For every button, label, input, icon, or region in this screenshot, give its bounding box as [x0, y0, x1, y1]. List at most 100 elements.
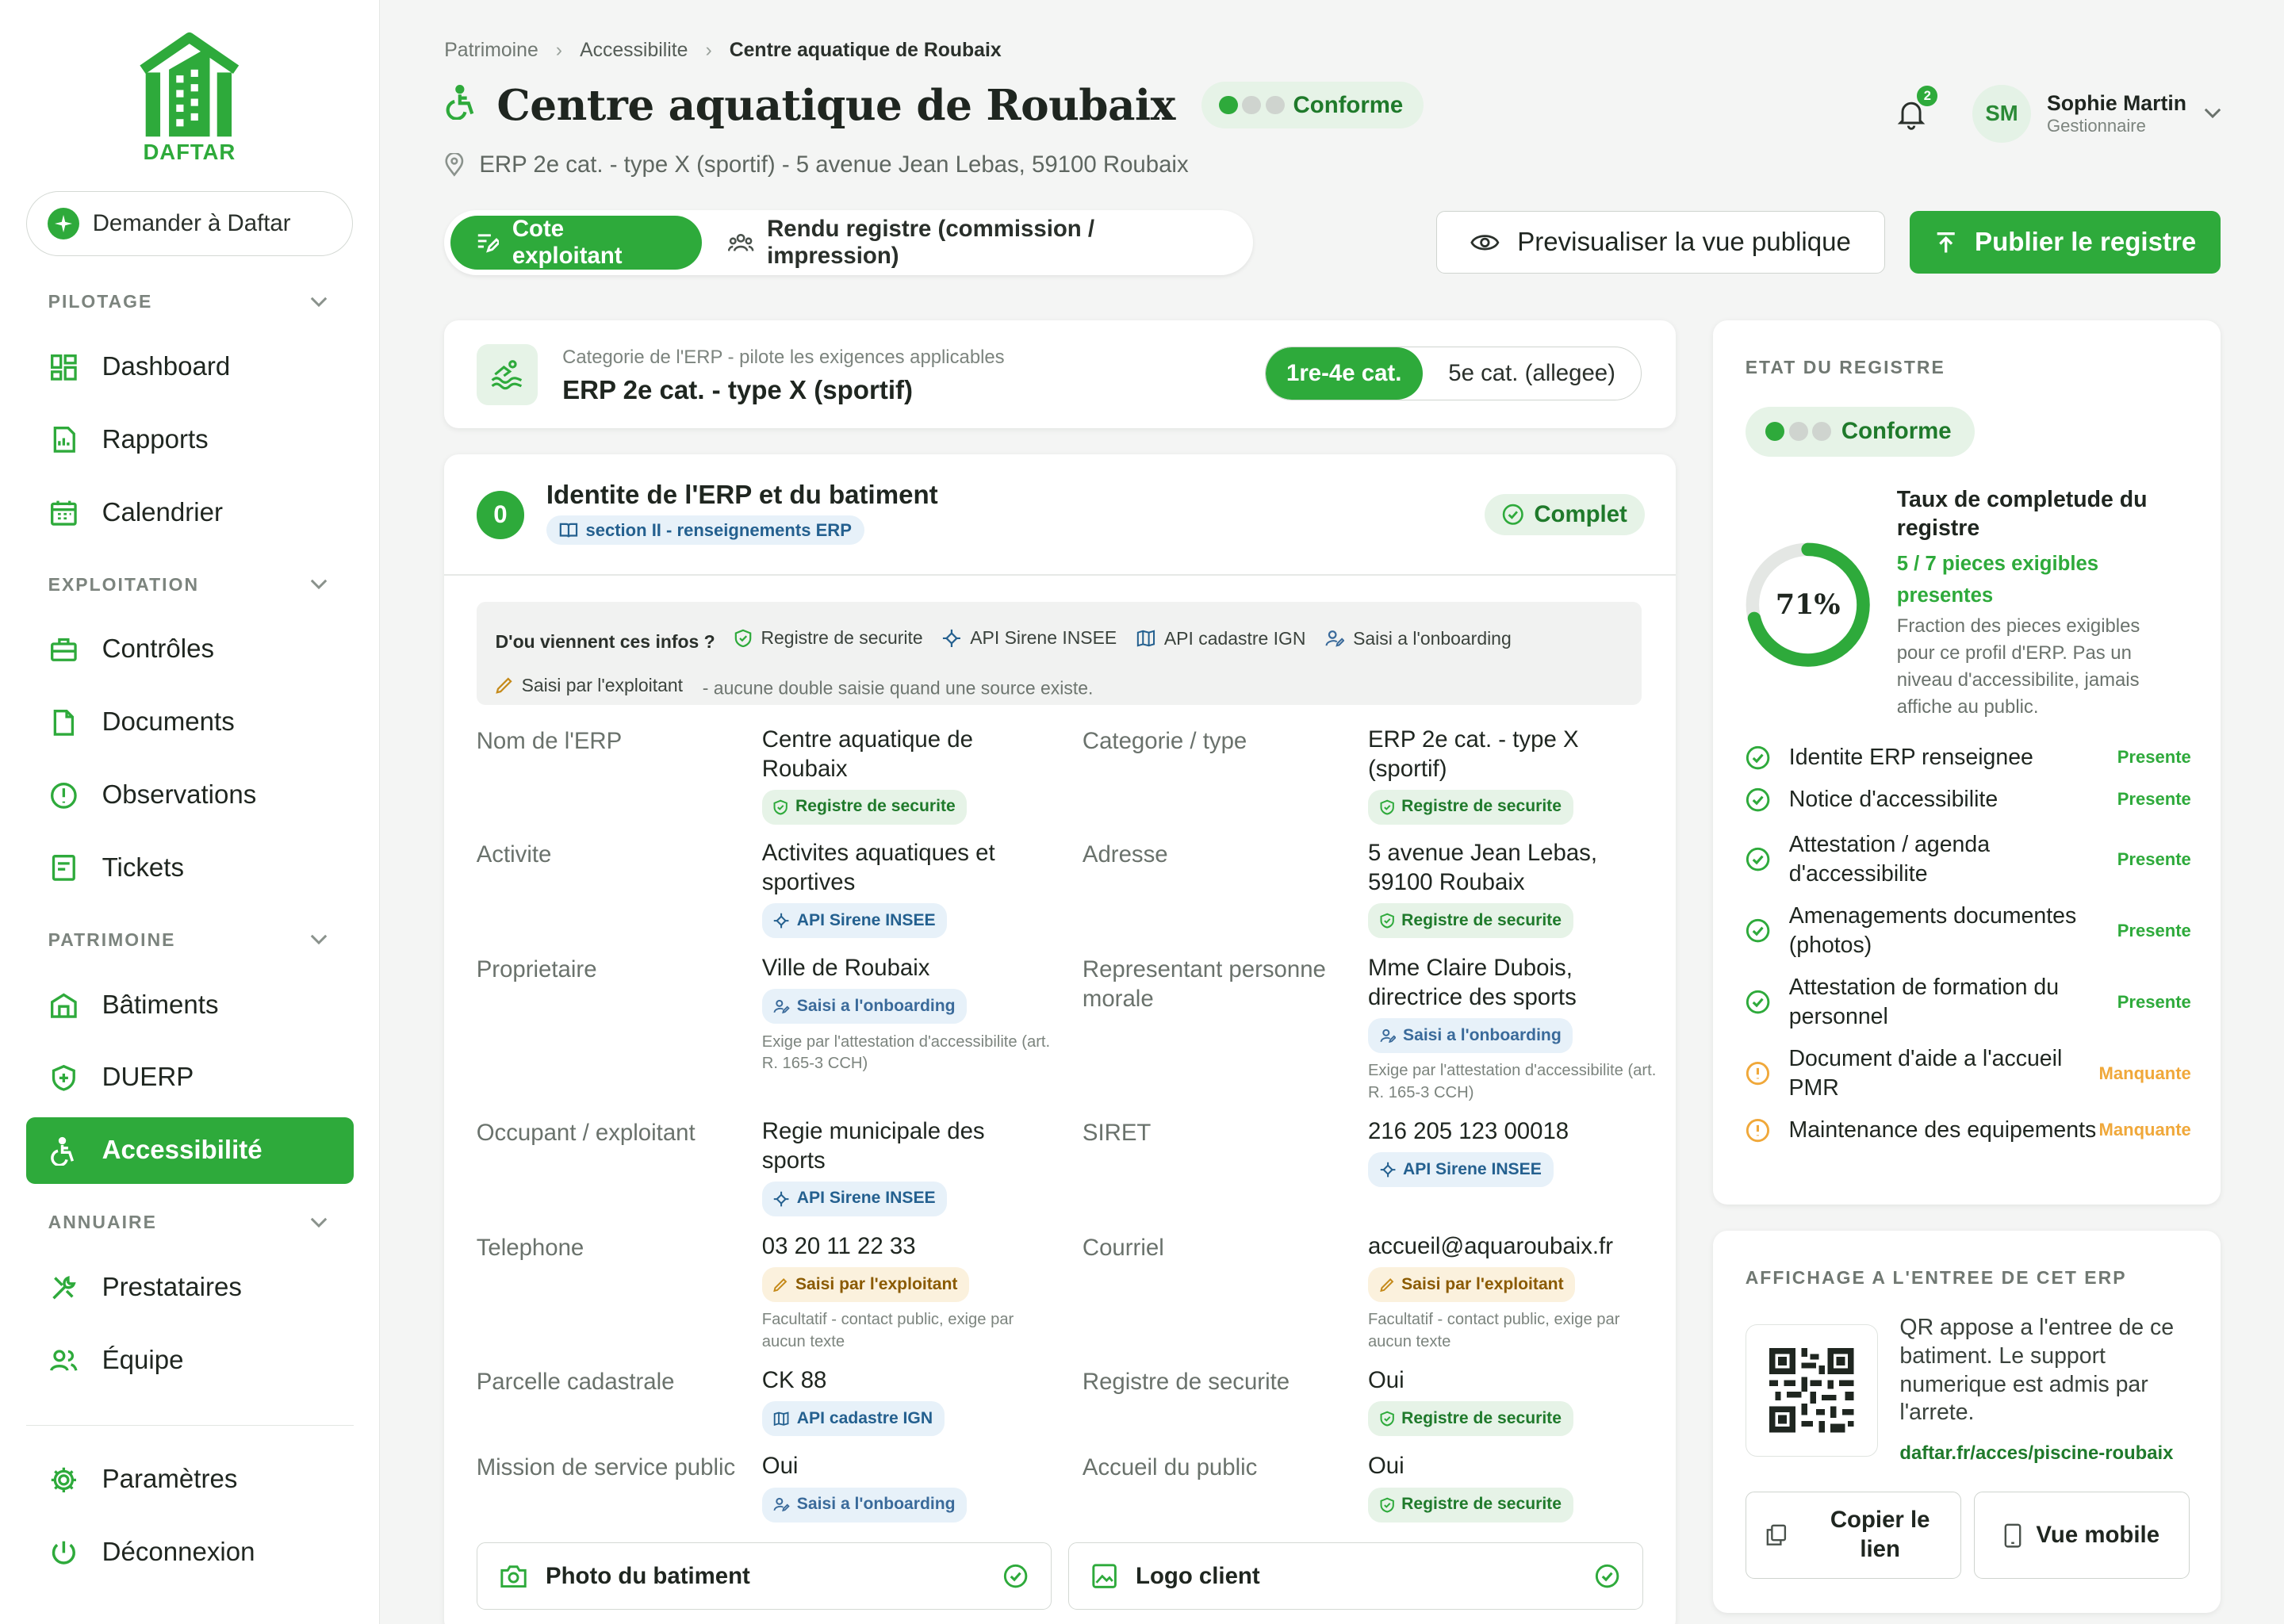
field-label-nom: Nom de l'ERP: [476, 727, 623, 754]
api-icon: [943, 629, 961, 647]
sidebar-item-deconnexion[interactable]: Déconnexion: [26, 1519, 354, 1587]
chip-label: Registre de securite: [1401, 910, 1562, 929]
field-value-siret[interactable]: 216 205 123 00018: [1368, 1117, 1659, 1147]
chip-label: Registre de securite: [795, 797, 956, 816]
ask-daftar-button[interactable]: Demander à Daftar: [26, 190, 353, 257]
tab-cote-exploitant[interactable]: Cote exploitant: [450, 216, 703, 270]
checklist-item: Amenagements documentes (photos) Presente: [1746, 902, 2191, 959]
shield-check-icon: [735, 629, 752, 647]
mobile-view-button[interactable]: Vue mobile: [1974, 1492, 2190, 1580]
sidebar-item-observations[interactable]: Observations: [26, 762, 354, 829]
breadcrumb-item[interactable]: Patrimoine: [444, 40, 538, 62]
chevron-down-icon[interactable]: [2204, 108, 2221, 120]
tab-rendu-registre[interactable]: Rendu registre (commission / impression): [702, 216, 1247, 270]
field-label-representant: Representant personne morale: [1082, 956, 1326, 1012]
field-value-activite[interactable]: Activites aquatiques et sportives: [762, 839, 1053, 897]
chevron-down-icon: [311, 934, 328, 945]
notification-count: 2: [1917, 86, 1938, 107]
qr-code: [1745, 1323, 1878, 1457]
preview-public-button[interactable]: Previsualiser la vue publique: [1436, 211, 1886, 274]
field-adresse: 5 avenue Jean Lebas, 59100 Roubaix Regis…: [1367, 839, 1659, 938]
warning-circle-icon: [1746, 1062, 1769, 1086]
sidebar-item-calendrier[interactable]: Calendrier: [26, 479, 354, 546]
shield-check-icon: [1380, 1497, 1394, 1513]
breadcrumb-item[interactable]: Accessibilite: [580, 40, 688, 62]
copy-link-button[interactable]: Copier le lien: [1745, 1492, 1961, 1580]
sidebar-item-tickets[interactable]: Tickets: [26, 835, 354, 902]
category-option-full[interactable]: 1re-4e cat.: [1265, 347, 1423, 400]
source-chip-registre: Registre de securite: [1367, 902, 1573, 938]
chip-label: API cadastre IGN: [796, 1408, 933, 1427]
shield-check-icon: [1380, 799, 1394, 815]
status-label: Conforme: [1293, 91, 1404, 118]
checklist-item: Attestation / agenda d'accessibilite Pres…: [1746, 830, 2191, 888]
field-value-parcelle[interactable]: CK 88: [762, 1366, 1053, 1396]
completion-title: Taux de completude du registre: [1896, 486, 2148, 542]
field-value-telephone[interactable]: 03 20 11 22 33: [762, 1232, 1053, 1262]
sidebar-item-prestataires[interactable]: Prestataires: [26, 1254, 354, 1322]
user-name: Sophie Martin: [2046, 91, 2186, 116]
checklist-item-label: Amenagements documentes (photos): [1788, 903, 2077, 958]
publish-label: Publier le registre: [1975, 227, 2197, 257]
chip-label: Saisi a l'onboarding: [796, 1495, 956, 1514]
sidebar-item-dashboard[interactable]: Dashboard: [26, 334, 354, 401]
section-pilotage[interactable]: PILOTAGE: [48, 291, 328, 312]
field-registre-securite: Oui Registre de securite: [1367, 1366, 1659, 1437]
source-chip-sirene: API Sirene INSEE: [761, 902, 948, 938]
section-annuaire[interactable]: ANNUAIRE: [48, 1212, 328, 1233]
pencil-icon: [773, 1278, 788, 1293]
user-edit-icon: [1380, 1028, 1396, 1044]
field-value-courriel[interactable]: accueil@aquaroubaix.fr: [1368, 1232, 1659, 1262]
sidebar-item-rapports[interactable]: Rapports: [26, 407, 354, 474]
publish-registry-button[interactable]: Publier le registre: [1910, 211, 2221, 274]
sidebar-item-label: Bâtiments: [102, 990, 219, 1020]
field-label-accueil: Accueil du public: [1082, 1454, 1258, 1481]
field-label-mission: Mission de service public: [476, 1454, 736, 1481]
source-sirene: API Sirene INSEE: [942, 616, 1117, 660]
notifications-button[interactable]: 2: [1894, 86, 1938, 131]
power-icon: [49, 1538, 79, 1568]
shield-check-icon: [773, 799, 788, 815]
view-toggle: Cote exploitant Rendu registre (commissi…: [444, 209, 1253, 276]
field-courriel: accueil@aquaroubaix.fr Saisi par l'explo…: [1367, 1232, 1659, 1353]
sidebar-item-controles[interactable]: Contrôles: [26, 616, 354, 684]
ask-daftar-label: Demander à Daftar: [92, 209, 291, 236]
field-hint: Exige par l'attestation d'accessibilite …: [1367, 1062, 1657, 1101]
field-categorie: ERP 2e cat. - type X (sportif) Registre …: [1367, 726, 1659, 825]
field-value-proprietaire[interactable]: Ville de Roubaix: [762, 954, 1053, 983]
field-value-accueil[interactable]: Oui: [1368, 1452, 1659, 1481]
sidebar-item-documents[interactable]: Documents: [26, 689, 354, 756]
field-value-nom[interactable]: Centre aquatique de Roubaix: [762, 726, 1053, 783]
section-exploitation[interactable]: EXPLOITATION: [48, 574, 328, 596]
photo-batiment-upload[interactable]: Photo du batiment: [476, 1542, 1052, 1610]
section-patrimoine[interactable]: PATRIMOINE: [48, 929, 328, 951]
completion-note: Fraction des pieces exigibles pour ce pr…: [1896, 615, 2140, 718]
sidebar-item-duerp[interactable]: DUERP: [26, 1044, 354, 1112]
section-annuaire-label: ANNUAIRE: [48, 1212, 157, 1233]
field-value-mission[interactable]: Oui: [762, 1452, 1053, 1481]
field-nom: Centre aquatique de Roubaix Registre de …: [761, 726, 1053, 825]
avatar[interactable]: SM: [1972, 84, 2031, 143]
data-sources-legend: D'ou viennent ces infos ? Registre de se…: [476, 601, 1642, 706]
wheelchair-icon: [49, 1136, 79, 1166]
category-option-light[interactable]: 5e cat. (allegee): [1423, 347, 1641, 400]
user-menu[interactable]: Sophie Martin Gestionnaire: [2047, 91, 2186, 136]
category-value: ERP 2e cat. - type X (sportif): [562, 375, 914, 405]
mobile-view-label: Vue mobile: [2036, 1522, 2160, 1549]
field-value-adresse[interactable]: 5 avenue Jean Lebas, 59100 Roubaix: [1368, 839, 1659, 897]
check-circle-icon: [1595, 1564, 1619, 1588]
sidebar-item-equipe[interactable]: Équipe: [26, 1327, 354, 1395]
field-value-representant[interactable]: Mme Claire Dubois, directrice des sports: [1368, 954, 1659, 1012]
map-icon: [774, 1411, 789, 1427]
field-value-occupant[interactable]: Regie municipale des sports: [762, 1117, 1053, 1175]
sidebar-item-label: Observations: [102, 780, 257, 810]
public-link[interactable]: daftar.fr/acces/piscine-roubaix: [1899, 1442, 2173, 1465]
field-value-categorie[interactable]: ERP 2e cat. - type X (sportif): [1368, 726, 1659, 783]
api-icon: [1380, 1162, 1396, 1178]
sidebar-item-parametres[interactable]: Paramètres: [26, 1446, 354, 1514]
sidebar-item-batiments[interactable]: Bâtiments: [26, 971, 354, 1039]
logo-client-upload[interactable]: Logo client: [1067, 1542, 1644, 1610]
daftar-logo[interactable]: DAFTAR: [134, 32, 245, 169]
sidebar-item-accessibilite[interactable]: Accessibilité: [26, 1116, 354, 1185]
field-value-registre-securite[interactable]: Oui: [1368, 1366, 1659, 1396]
